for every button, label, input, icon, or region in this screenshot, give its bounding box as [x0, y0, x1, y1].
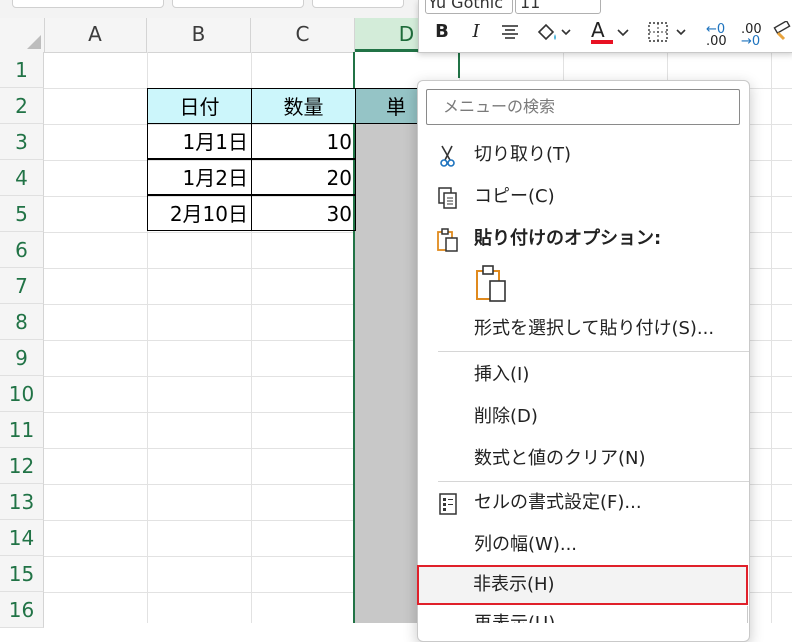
row-header-4[interactable]: 4	[0, 160, 44, 196]
column-header-c[interactable]: C	[251, 18, 355, 52]
table-cell-quantity[interactable]: 30	[251, 195, 356, 231]
menu-item-label: 削除(D)	[474, 406, 538, 427]
menu-item-label: 切り取り(T)	[474, 144, 572, 165]
row-header-2[interactable]: 2	[0, 88, 44, 124]
table-cell-date[interactable]: 1月1日	[147, 123, 252, 159]
fill-color-icon[interactable]	[533, 18, 575, 46]
menu-item-label: 数式と値のクリア(N)	[474, 448, 646, 469]
menu-item-paste-special[interactable]: 形式を選択して貼り付け(S)...	[418, 309, 749, 349]
menu-item-clear-contents[interactable]: 数式と値のクリア(N)	[418, 439, 749, 479]
table-cell-quantity[interactable]: 10	[251, 123, 356, 159]
row-header-15[interactable]: 15	[0, 556, 44, 592]
menu-item-label: 形式を選択して貼り付け(S)...	[474, 318, 715, 339]
borders-icon[interactable]	[647, 18, 691, 46]
font-color-icon[interactable]: A	[589, 18, 631, 46]
menu-item-label: 再表示(U)	[474, 614, 555, 624]
row-header-7[interactable]: 7	[0, 268, 44, 304]
context-menu: メニューの検索 切り取り(T) コピー(C) 貼り付けのオプション: 形式を選択…	[417, 80, 750, 642]
formula-bar-control[interactable]	[312, 0, 404, 8]
column-header-b[interactable]: B	[147, 18, 251, 52]
column-header-a[interactable]: A	[44, 18, 147, 52]
select-all-button[interactable]	[0, 18, 45, 52]
menu-item-label: 列の幅(W)...	[474, 534, 578, 555]
menu-item-label: コピー(C)	[474, 186, 555, 207]
row-header-12[interactable]: 12	[0, 448, 44, 484]
table-header-date[interactable]: 日付	[147, 88, 252, 124]
format-painter-icon[interactable]	[771, 18, 792, 46]
menu-item-delete[interactable]: 削除(D)	[418, 397, 749, 437]
row-header-1[interactable]: 1	[0, 52, 44, 88]
menu-item-insert[interactable]: 挿入(I)	[418, 355, 749, 395]
align-center-icon[interactable]	[499, 18, 521, 46]
row-header-3[interactable]: 3	[0, 124, 44, 160]
menu-item-unhide[interactable]: 再表示(U)	[417, 606, 748, 623]
paste-button[interactable]	[474, 265, 510, 303]
menu-item-paste-options: 貼り付けのオプション:	[418, 219, 749, 259]
menu-item-hide[interactable]: 非表示(H)	[417, 565, 748, 605]
table-cell-date[interactable]: 1月2日	[147, 159, 252, 195]
clipboard-icon	[474, 265, 510, 307]
menu-separator	[438, 351, 749, 352]
table-cell-quantity[interactable]: 20	[251, 159, 356, 195]
bold-button[interactable]: B	[431, 18, 453, 46]
menu-item-format-cells[interactable]: セルの書式設定(F)...	[418, 483, 749, 523]
increase-decimal-button[interactable]: .00 →0	[739, 18, 769, 48]
copy-icon	[436, 185, 460, 209]
menu-item-label: 挿入(I)	[474, 364, 530, 385]
selected-column-d[interactable]	[355, 88, 417, 623]
row-header-9[interactable]: 9	[0, 340, 44, 376]
menu-item-cut[interactable]: 切り取り(T)	[418, 135, 749, 175]
table-header-quantity[interactable]: 数量	[251, 88, 356, 124]
italic-button[interactable]: I	[465, 18, 487, 46]
selection-border	[458, 52, 460, 78]
menu-separator	[438, 481, 749, 482]
decrease-decimal-button[interactable]: ←0 .00	[704, 18, 734, 48]
row-header-5[interactable]: 5	[0, 196, 44, 232]
menu-item-copy[interactable]: コピー(C)	[418, 177, 749, 217]
menu-search-input[interactable]: メニューの検索	[426, 89, 740, 125]
menu-item-label: 非表示(H)	[473, 574, 555, 595]
menu-item-label: 貼り付けのオプション:	[474, 228, 662, 249]
row-header-10[interactable]: 10	[0, 376, 44, 412]
row-header-6[interactable]: 6	[0, 232, 44, 268]
menu-item-label: セルの書式設定(F)...	[474, 492, 642, 513]
name-box[interactable]	[12, 0, 164, 8]
mini-toolbar: Yu Gothic 11 B I A ←0 .00 .00 →0	[418, 0, 792, 53]
row-header-14[interactable]: 14	[0, 520, 44, 556]
row-header-11[interactable]: 11	[0, 412, 44, 448]
row-header-13[interactable]: 13	[0, 484, 44, 520]
table-header-unit-price[interactable]: 単価	[355, 88, 425, 124]
font-name-box[interactable]: Yu Gothic	[425, 0, 513, 14]
formula-bar-control[interactable]	[172, 0, 304, 8]
menu-item-column-width[interactable]: 列の幅(W)...	[418, 525, 749, 565]
table-cell-date[interactable]: 2月10日	[147, 195, 252, 231]
cell-d1[interactable]	[355, 52, 417, 88]
format-cells-icon	[436, 491, 460, 515]
clipboard-icon	[436, 227, 460, 252]
scissors-icon	[436, 143, 460, 167]
font-size-box[interactable]: 11	[515, 0, 601, 14]
row-header-8[interactable]: 8	[0, 304, 44, 340]
